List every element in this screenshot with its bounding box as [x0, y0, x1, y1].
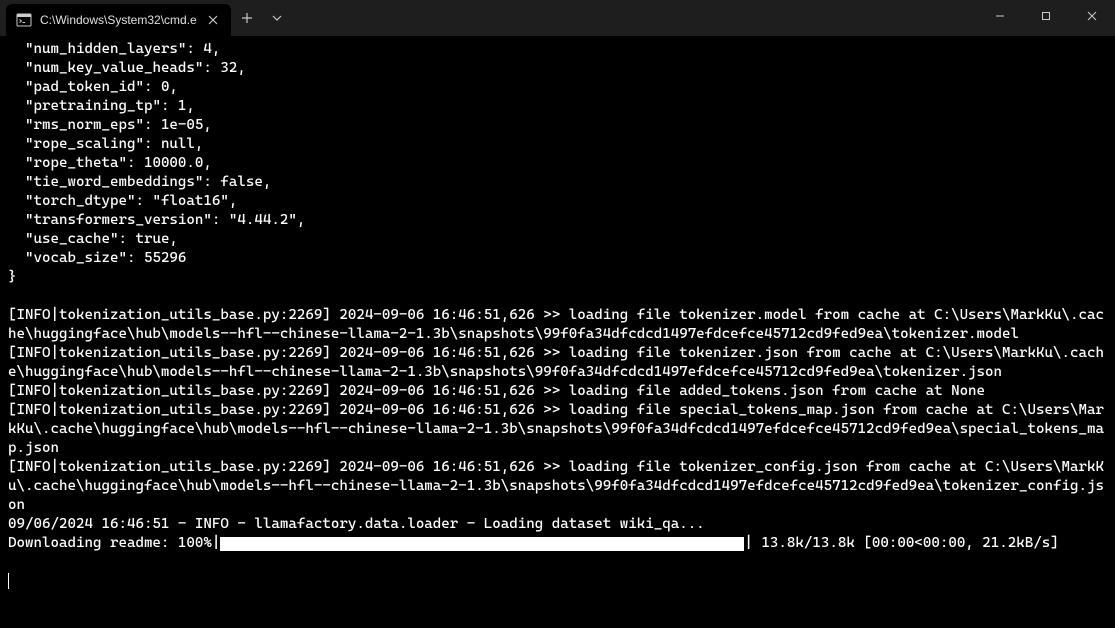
config-line: "num_hidden_layers": 4,: [8, 41, 220, 57]
config-line: "pretraining_tp": 1,: [8, 98, 195, 114]
log-line: [INFO|tokenization_utils_base.py:2269] 2…: [8, 383, 985, 399]
config-line: "pad_token_id": 0,: [8, 79, 178, 95]
config-line: "use_cache": true,: [8, 231, 178, 247]
log-line: [INFO|tokenization_utils_base.py:2269] 2…: [8, 307, 1104, 342]
window-controls: [977, 0, 1115, 32]
progress-close: |: [744, 534, 753, 553]
config-line: "vocab_size": 55296: [8, 250, 186, 266]
config-line: "torch_dtype": "float16",: [8, 193, 237, 209]
config-line: "rope_theta": 10000.0,: [8, 155, 212, 171]
config-line: "num_key_value_heads": 32,: [8, 60, 246, 76]
log-line: 09/06/2024 16:46:51 - INFO - llamafactor…: [8, 516, 705, 532]
tab-cmd[interactable]: C:\Windows\System32\cmd.e: [6, 4, 231, 36]
new-tab-button[interactable]: [231, 0, 263, 35]
config-line: "rope_scaling": null,: [8, 136, 203, 152]
log-line: [INFO|tokenization_utils_base.py:2269] 2…: [8, 345, 1104, 380]
maximize-button[interactable]: [1023, 0, 1069, 32]
progress-bar-fill: [220, 537, 744, 551]
config-line: "tie_word_embeddings": false,: [8, 174, 271, 190]
cmd-icon: [16, 12, 32, 28]
tab-dropdown-button[interactable]: [263, 0, 291, 35]
config-line: "transformers_version": "4.44.2",: [8, 212, 305, 228]
close-button[interactable]: [1069, 0, 1115, 32]
progress-label: Downloading readme: 100%: [8, 534, 212, 553]
tab-strip: C:\Windows\System32\cmd.e: [0, 0, 291, 35]
progress-line: Downloading readme: 100%|| 13.8k/13.8k […: [8, 534, 1107, 553]
progress-open: |: [212, 534, 221, 553]
config-line: }: [8, 269, 17, 285]
log-line: [INFO|tokenization_utils_base.py:2269] 2…: [8, 402, 1104, 456]
terminal-output[interactable]: "num_hidden_layers": 4, "num_key_value_h…: [0, 36, 1115, 628]
tab-close-button[interactable]: [205, 12, 221, 28]
terminal-cursor: [8, 573, 9, 589]
title-bar: C:\Windows\System32\cmd.e: [0, 0, 1115, 36]
progress-stats: 13.8k/13.8k [00:00<00:00, 21.2kB/s]: [753, 534, 1059, 553]
minimize-button[interactable]: [977, 0, 1023, 32]
log-line: [INFO|tokenization_utils_base.py:2269] 2…: [8, 459, 1104, 513]
tab-title: C:\Windows\System32\cmd.e: [40, 13, 197, 27]
config-line: "rms_norm_eps": 1e-05,: [8, 117, 212, 133]
